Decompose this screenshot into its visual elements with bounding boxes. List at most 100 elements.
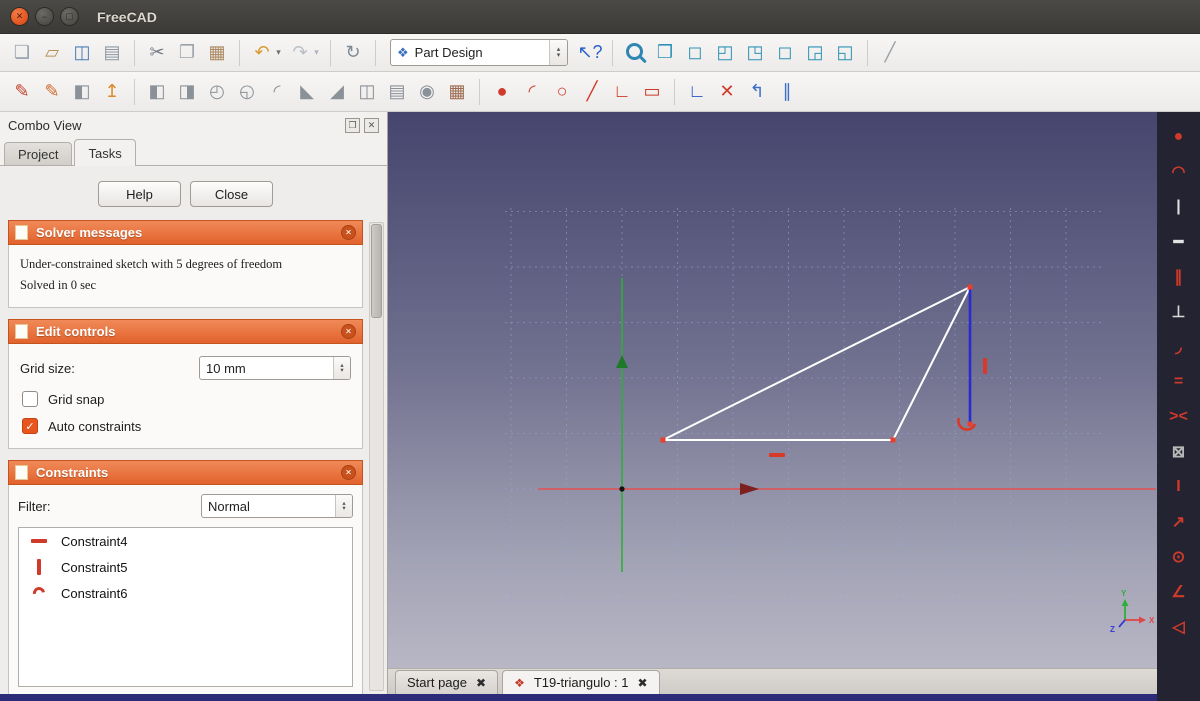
origin-point[interactable]: [619, 486, 625, 492]
open-file-icon[interactable]: ▱: [38, 39, 66, 67]
3d-viewport[interactable]: Y X Z: [388, 112, 1157, 668]
constraint-coincident-icon[interactable]: ●: [1165, 126, 1193, 148]
external-geometry-icon[interactable]: ↰: [743, 78, 771, 106]
polyline-icon[interactable]: ∟: [608, 78, 636, 106]
minimize-window-button[interactable]: −: [35, 7, 54, 26]
origin-axes-icon[interactable]: ∟: [683, 78, 711, 106]
circle-icon[interactable]: ○: [548, 78, 576, 106]
constraint-perpendicular-icon[interactable]: ⊥: [1165, 301, 1193, 323]
cut-icon[interactable]: ✂: [143, 39, 171, 67]
paste-icon[interactable]: ▦: [203, 39, 231, 67]
dropdown-arrows-icon[interactable]: ▴ ▾: [335, 495, 352, 517]
trim-icon[interactable]: ✕: [713, 78, 741, 106]
tab-document[interactable]: ❖ T19-triangulo : 1 ✖: [502, 670, 660, 694]
constraint-list-item[interactable]: Constraint6: [19, 580, 352, 606]
constraint-parallel-icon[interactable]: ∥: [1165, 266, 1193, 288]
float-panel-icon[interactable]: ❐: [345, 117, 360, 133]
constraint-snell-icon[interactable]: ◁: [1165, 616, 1193, 638]
constraint-angle-icon[interactable]: ∠: [1165, 581, 1193, 603]
spinner-arrows-icon[interactable]: ▴ ▾: [333, 357, 350, 379]
fillet-icon[interactable]: ◜: [263, 78, 291, 106]
view-bottom-icon[interactable]: ◲: [801, 39, 829, 67]
constraint-distance-y-icon[interactable]: I: [1165, 476, 1193, 498]
view-top-icon[interactable]: ◰: [711, 39, 739, 67]
measure-icon[interactable]: ╱: [876, 39, 904, 67]
chamfer-icon[interactable]: ◣: [293, 78, 321, 106]
constraint-list-item[interactable]: Constraint4: [19, 528, 352, 554]
create-sketch-icon[interactable]: ✎: [8, 78, 36, 106]
undo-dropdown-icon[interactable]: ▾: [273, 39, 284, 67]
help-button[interactable]: Help: [98, 181, 181, 207]
workbench-selector[interactable]: ❖ Part Design ▴ ▾: [390, 39, 568, 66]
linear-pattern-icon[interactable]: ▤: [383, 78, 411, 106]
constraint-lock-icon[interactable]: ⊠: [1165, 441, 1193, 463]
grid-size-spinner[interactable]: 10 mm ▴ ▾: [199, 356, 351, 380]
view-axonometric-icon[interactable]: ❒: [651, 39, 679, 67]
revolution-icon[interactable]: ◴: [203, 78, 231, 106]
line-icon[interactable]: ╱: [578, 78, 606, 106]
vertical-constraint-marker[interactable]: [983, 358, 987, 374]
zoom-fit-icon[interactable]: [621, 39, 649, 67]
constraint-distance-icon[interactable]: ↗: [1165, 511, 1193, 533]
draft-icon[interactable]: ◢: [323, 78, 351, 106]
polar-pattern-icon[interactable]: ◉: [413, 78, 441, 106]
redo-icon[interactable]: ↷: [286, 39, 314, 67]
close-tab-icon[interactable]: ✖: [638, 676, 648, 690]
map-sketch-icon[interactable]: ↥: [98, 78, 126, 106]
undo-icon[interactable]: ↶: [248, 39, 276, 67]
tab-project[interactable]: Project: [4, 142, 73, 165]
constraint-radius-icon[interactable]: ⊙: [1165, 546, 1193, 568]
collapse-section-icon[interactable]: ✕: [341, 225, 356, 240]
constraint-tangent-icon[interactable]: ◞: [1165, 336, 1193, 358]
print-icon[interactable]: ▤: [98, 39, 126, 67]
pad-icon[interactable]: ◧: [143, 78, 171, 106]
mirrored-icon[interactable]: ◫: [353, 78, 381, 106]
view-right-icon[interactable]: ◳: [741, 39, 769, 67]
constraint-point-on-object-icon[interactable]: ◠: [1165, 161, 1193, 183]
redo-dropdown-icon[interactable]: ▾: [311, 39, 322, 67]
solver-messages-header[interactable]: Solver messages ✕: [8, 220, 363, 245]
point-icon[interactable]: ●: [488, 78, 516, 106]
arc-icon[interactable]: ◜: [518, 78, 546, 106]
close-tab-icon[interactable]: ✖: [476, 676, 486, 690]
construction-mode-icon[interactable]: ∥: [773, 78, 801, 106]
auto-constraints-checkbox[interactable]: ✓: [22, 418, 38, 434]
constraints-header[interactable]: Constraints ✕: [8, 460, 363, 485]
panel-scrollbar[interactable]: [369, 222, 384, 691]
close-window-button[interactable]: ✕: [10, 7, 29, 26]
groove-icon[interactable]: ◵: [233, 78, 261, 106]
constraint-vertical-icon[interactable]: |: [1165, 196, 1193, 218]
tab-tasks[interactable]: Tasks: [74, 139, 136, 166]
multitransform-icon[interactable]: ▦: [443, 78, 471, 106]
constraint-list-item[interactable]: Constraint5: [19, 554, 352, 580]
tab-start-page[interactable]: Start page ✖: [395, 670, 499, 694]
collapse-section-icon[interactable]: ✕: [341, 324, 356, 339]
constraint-equal-icon[interactable]: =: [1165, 371, 1193, 393]
rectangle-icon[interactable]: ▭: [638, 78, 666, 106]
view-front-icon[interactable]: ◻: [681, 39, 709, 67]
pocket-icon[interactable]: ◨: [173, 78, 201, 106]
constraint-symmetric-icon[interactable]: ><: [1165, 406, 1193, 428]
sketch-canvas[interactable]: Y X Z: [388, 112, 1157, 668]
view-sketch-icon[interactable]: ◧: [68, 78, 96, 106]
edit-sketch-icon[interactable]: ✎: [38, 78, 66, 106]
copy-icon[interactable]: ❐: [173, 39, 201, 67]
constraint-horizontal-icon[interactable]: ━: [1165, 231, 1193, 253]
filter-dropdown[interactable]: Normal ▴ ▾: [201, 494, 353, 518]
workbench-dropdown-arrows[interactable]: ▴ ▾: [549, 40, 567, 65]
close-button[interactable]: Close: [190, 181, 273, 207]
refresh-icon[interactable]: ↻: [339, 39, 367, 67]
new-file-icon[interactable]: ❏: [8, 39, 36, 67]
collapse-section-icon[interactable]: ✕: [341, 465, 356, 480]
whats-this-icon[interactable]: ↖?: [576, 39, 604, 67]
scrollbar-thumb[interactable]: [371, 224, 382, 318]
save-file-icon[interactable]: ◫: [68, 39, 96, 67]
edit-controls-header[interactable]: Edit controls ✕: [8, 319, 363, 344]
horizontal-constraint-marker[interactable]: [769, 453, 785, 457]
close-panel-icon[interactable]: ✕: [364, 117, 379, 133]
document-tabbar: Start page ✖ ❖ T19-triangulo : 1 ✖: [388, 668, 1157, 694]
view-left-icon[interactable]: ◱: [831, 39, 859, 67]
grid-snap-checkbox[interactable]: ✓: [22, 391, 38, 407]
view-rear-icon[interactable]: ◻: [771, 39, 799, 67]
maximize-window-button[interactable]: ▢: [60, 7, 79, 26]
